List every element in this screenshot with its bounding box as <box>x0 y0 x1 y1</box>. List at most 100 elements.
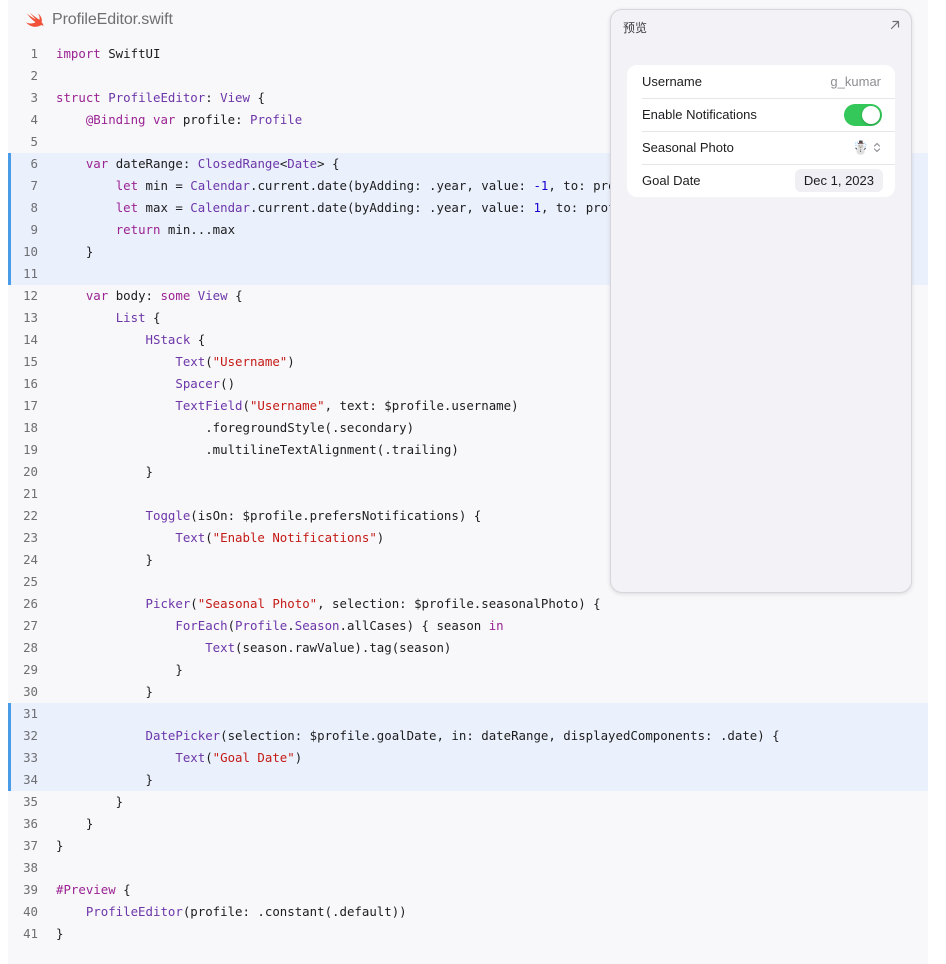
goal-date-label: Goal Date <box>642 173 701 188</box>
code-text: } <box>56 684 153 699</box>
line-number: 22 <box>23 508 38 523</box>
line-number: 10 <box>23 244 38 259</box>
line-number: 5 <box>30 134 38 149</box>
code-text: .multilineTextAlignment(.trailing) <box>56 442 459 457</box>
code-text: Toggle(isOn: $profile.prefersNotificatio… <box>145 508 482 523</box>
line-number: 27 <box>23 618 38 633</box>
line-number: 9 <box>30 222 38 237</box>
preview-panel: 预览 Username g_kumar Enable Notifications… <box>610 9 912 593</box>
code-text: List { <box>115 310 161 325</box>
code-line: 30 } <box>8 681 928 703</box>
code-text: } <box>56 662 183 677</box>
line-number: 26 <box>23 596 38 611</box>
line-number: 38 <box>23 860 38 875</box>
line-number: 7 <box>30 178 38 193</box>
file-name: ProfileEditor.swift <box>52 11 173 28</box>
arrow-up-right-icon[interactable] <box>889 19 901 31</box>
line-number: 12 <box>23 288 38 303</box>
line-number: 28 <box>23 640 38 655</box>
code-text: struct ProfileEditor: View { <box>56 90 265 105</box>
code-text: } <box>56 794 124 809</box>
code-line: 41} <box>8 923 928 945</box>
notifications-row: Enable Notifications <box>627 98 895 131</box>
code-text: } <box>56 772 153 787</box>
profile-form: Username g_kumar Enable Notifications Se… <box>627 65 895 197</box>
swift-icon <box>26 12 44 27</box>
line-number: 24 <box>23 552 38 567</box>
line-number: 15 <box>23 354 38 369</box>
code-line: 39 #Preview { <box>8 879 928 901</box>
line-number: 4 <box>30 112 38 127</box>
line-number: 3 <box>30 90 38 105</box>
code-line: 36 } <box>8 813 928 835</box>
code-text: Text("Username") <box>175 354 295 369</box>
notifications-label: Enable Notifications <box>642 107 757 122</box>
goal-date-picker[interactable]: Dec 1, 2023 <box>794 169 883 192</box>
line-number: 37 <box>23 838 38 853</box>
code-text: Text("Goal Date") <box>175 750 303 765</box>
line-number: 11 <box>23 266 38 281</box>
code-line: 28 Text(season.rawValue).tag(season) <box>8 637 928 659</box>
code-text: } <box>56 244 94 259</box>
code-line: 35 } <box>8 791 928 813</box>
line-number: 6 <box>30 156 38 171</box>
code-line: 26 Picker("Seasonal Photo", selection: $… <box>8 593 928 615</box>
line-number: 35 <box>23 794 38 809</box>
line-number: 14 <box>23 332 38 347</box>
code-text: @Binding var profile: Profile <box>85 112 303 127</box>
code-line: 31 <box>8 703 928 725</box>
line-number: 25 <box>23 574 38 589</box>
code-line: 38 <box>8 857 928 879</box>
code-text: } <box>56 816 94 831</box>
seasonal-photo-label: Seasonal Photo <box>642 140 734 155</box>
snowman-icon: ☃️ <box>852 140 869 155</box>
line-number: 23 <box>23 530 38 545</box>
line-number: 1 <box>30 46 38 61</box>
preview-title: 预览 <box>623 21 648 35</box>
seasonal-photo-row[interactable]: Seasonal Photo ☃️ <box>627 131 895 164</box>
line-number: 29 <box>23 662 38 677</box>
line-number: 32 <box>23 728 38 743</box>
code-line: 40 ProfileEditor(profile: .constant(.def… <box>8 901 928 923</box>
code-text: var body: some View { <box>85 288 243 303</box>
line-number: 21 <box>23 486 38 501</box>
line-number: 16 <box>23 376 38 391</box>
line-number: 13 <box>23 310 38 325</box>
line-number: 30 <box>23 684 38 699</box>
line-number: 41 <box>23 926 38 941</box>
code-text: ProfileEditor(profile: .constant(.defaul… <box>85 904 407 919</box>
code-text: ForEach(Profile.Season.allCases) { seaso… <box>175 618 504 633</box>
code-text: TextField("Username", text: $profile.use… <box>175 398 519 413</box>
code-line: 27 ForEach(Profile.Season.allCases) { se… <box>8 615 928 637</box>
code-text: import SwiftUI <box>56 46 161 61</box>
code-line: 32 DatePicker(selection: $profile.goalDa… <box>8 725 928 747</box>
code-line: 29 } <box>8 659 928 681</box>
code-line: 34 } <box>8 769 928 791</box>
goal-date-row: Goal Date Dec 1, 2023 <box>627 164 895 197</box>
file-header: ProfileEditor.swift <box>24 9 173 31</box>
line-number: 18 <box>23 420 38 435</box>
line-number: 39 <box>23 882 38 897</box>
code-text: Spacer() <box>175 376 236 391</box>
username-field[interactable]: g_kumar <box>830 74 881 89</box>
code-text: var dateRange: ClosedRange<Date> { <box>85 156 340 171</box>
code-line: 33 Text("Goal Date") <box>8 747 928 769</box>
line-number: 2 <box>30 68 38 83</box>
code-text: #Preview { <box>56 882 131 897</box>
seasonal-photo-picker[interactable]: ☃️ <box>853 141 881 154</box>
line-number: 33 <box>23 750 38 765</box>
username-row[interactable]: Username g_kumar <box>627 65 895 98</box>
code-text: .foregroundStyle(.secondary) <box>56 420 415 435</box>
code-text: Text(season.rawValue).tag(season) <box>205 640 452 655</box>
code-text: } <box>56 552 153 567</box>
toggle-knob <box>862 105 880 124</box>
code-text: HStack { <box>145 332 206 347</box>
notifications-toggle[interactable] <box>844 103 882 126</box>
line-number: 17 <box>23 398 38 413</box>
code-text: Text("Enable Notifications") <box>175 530 385 545</box>
code-line: 37} <box>8 835 928 857</box>
code-text: return min...max <box>115 222 236 237</box>
code-text: } <box>56 464 153 479</box>
code-text: Picker("Seasonal Photo", selection: $pro… <box>145 596 601 611</box>
code-text: } <box>56 838 64 853</box>
